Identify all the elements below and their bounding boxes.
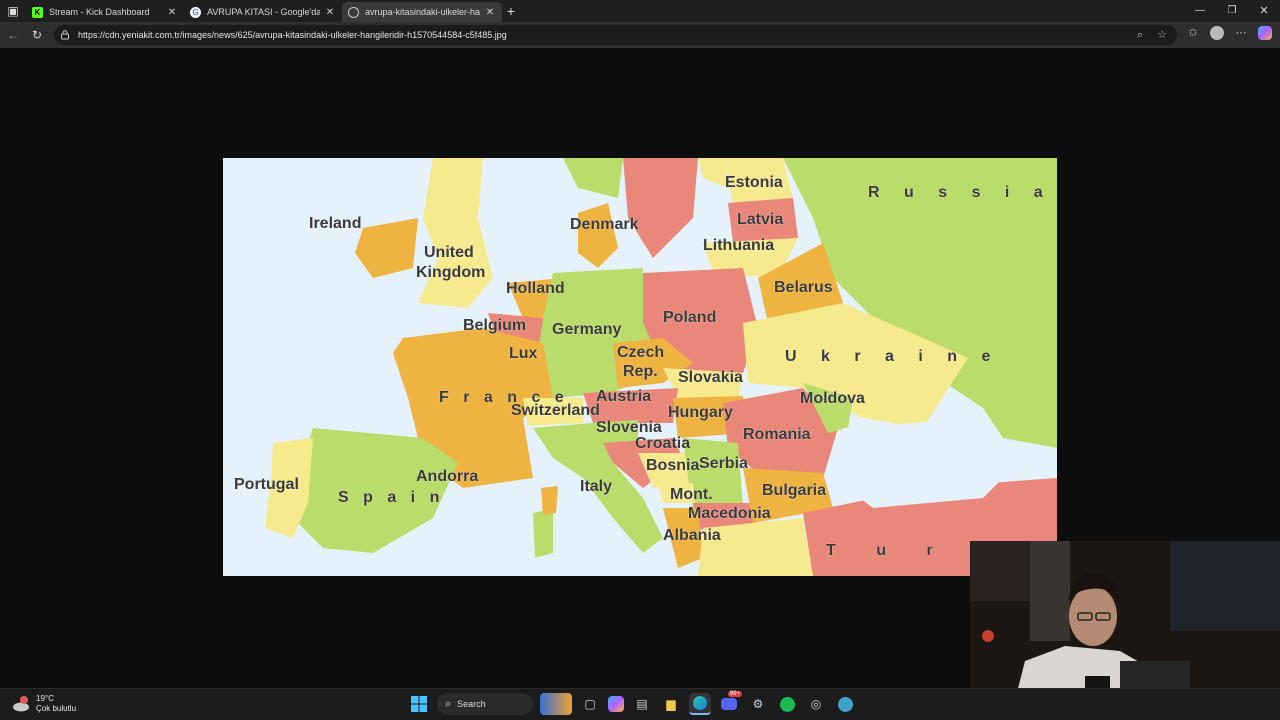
weather-description: Çok bulutlu — [36, 704, 77, 713]
label-croatia: Croatia — [635, 435, 691, 452]
label-moldova: Moldova — [800, 390, 865, 407]
label-andorra: Andorra — [416, 468, 479, 485]
label-ukraine: U k r a i n e — [785, 348, 1001, 365]
taskbar: 19°C Çok bulutlu ⌕ Search ▢ ▤ ▆ 99+ ⚙ ◎ — [0, 688, 1280, 720]
label-lux: Lux — [509, 345, 538, 362]
search-highlight-icon[interactable] — [540, 693, 572, 715]
label-estonia: Estonia — [725, 174, 783, 191]
label-denmark: Denmark — [570, 216, 639, 233]
europe-map-image[interactable]: R u s s i a Estonia Latvia Lithuania Ire… — [223, 158, 1057, 576]
label-belarus: Belarus — [774, 279, 833, 296]
reload-button[interactable]: ↻ — [28, 28, 46, 42]
label-romania: Romania — [743, 426, 811, 443]
country-sardinia — [533, 508, 553, 558]
steam-icon[interactable]: ⚙ — [747, 693, 769, 715]
label-rep: Rep. — [623, 363, 658, 380]
label-macedonia: Macedonia — [688, 505, 771, 522]
profile-avatar[interactable] — [1210, 26, 1224, 40]
address-bar-row: ← ↻ https://cdn.yeniakit.com.tr/images/n… — [0, 22, 1280, 48]
back-button[interactable]: ← — [4, 28, 22, 42]
copilot-taskbar-icon[interactable] — [608, 696, 624, 712]
globe-app-icon[interactable] — [834, 693, 856, 715]
tab-actions-icon[interactable]: ▣ — [0, 4, 26, 18]
label-serbia: Serbia — [699, 455, 748, 472]
label-bosnia: Bosnia — [646, 457, 700, 474]
label-bulgaria: Bulgaria — [762, 482, 827, 499]
label-hungary: Hungary — [668, 404, 733, 421]
file-explorer-icon[interactable]: ▆ — [660, 693, 682, 715]
tab-strip: ▣ K Stream - Kick Dashboard ✕ G AVRUPA K… — [0, 0, 1280, 22]
weather-widget[interactable]: 19°C Çok bulutlu — [12, 694, 76, 714]
spotify-icon[interactable] — [776, 693, 798, 715]
label-switzerland: Switzerland — [511, 402, 600, 419]
weather-temperature: 19°C — [36, 694, 54, 703]
taskbar-apps: ⌕ Search ▢ ▤ ▆ 99+ ⚙ ◎ — [408, 691, 856, 715]
store-icon[interactable]: ▤ — [631, 693, 653, 715]
label-ireland: Ireland — [309, 215, 362, 232]
search-label: Search — [457, 699, 486, 709]
label-czech: Czech — [617, 344, 665, 361]
google-icon: G — [190, 6, 201, 18]
cloud-icon — [13, 696, 29, 712]
label-united: United — [424, 244, 474, 261]
country-corsica — [541, 486, 558, 515]
obs-icon[interactable]: ◎ — [805, 693, 827, 715]
label-spain: S p a i n — [338, 489, 445, 506]
tab-label: AVRUPA KITASI - Google'da Ara — [207, 7, 320, 17]
label-albania: Albania — [663, 527, 721, 544]
close-icon[interactable]: ✕ — [324, 7, 336, 18]
label-austria: Austria — [596, 388, 652, 405]
url-text[interactable]: https://cdn.yeniakit.com.tr/images/news/… — [78, 30, 507, 40]
globe-icon — [348, 6, 359, 18]
minimize-button[interactable]: — — [1184, 0, 1216, 22]
windows-start-icon[interactable] — [408, 693, 430, 715]
label-poland: Poland — [663, 309, 717, 326]
label-slovakia: Slovakia — [678, 369, 743, 386]
notification-badge: 99+ — [727, 691, 742, 697]
task-view-icon[interactable]: ▢ — [579, 693, 601, 715]
tab-map-image[interactable]: avrupa-kitasindaki-ulkeler-hangil... ✕ — [342, 2, 502, 22]
window-close-button[interactable]: ✕ — [1248, 0, 1280, 22]
close-icon[interactable]: ✕ — [484, 7, 496, 18]
favorites-icon[interactable]: ✩ — [1186, 26, 1200, 40]
label-russia: R u s s i a — [868, 184, 1053, 201]
copilot-icon[interactable] — [1258, 26, 1272, 40]
close-icon[interactable]: ✕ — [166, 7, 178, 18]
zoom-icon[interactable]: ⌕ — [1133, 28, 1147, 42]
new-tab-button[interactable]: + — [502, 3, 520, 19]
label-lithuania: Lithuania — [703, 237, 775, 254]
favorite-star-icon[interactable]: ☆ — [1155, 28, 1169, 42]
label-mont: Mont. — [670, 486, 713, 503]
tab-google-search[interactable]: G AVRUPA KITASI - Google'da Ara ✕ — [184, 2, 342, 22]
edge-icon[interactable] — [689, 693, 711, 715]
kick-icon: K — [32, 6, 43, 18]
taskbar-search[interactable]: ⌕ Search — [437, 693, 533, 715]
label-kingdom: Kingdom — [416, 264, 486, 281]
label-latvia: Latvia — [737, 211, 784, 228]
label-belgium: Belgium — [463, 317, 527, 334]
label-portugal: Portugal — [234, 476, 299, 493]
label-holland: Holland — [506, 280, 565, 297]
tab-label: Stream - Kick Dashboard — [49, 7, 150, 17]
tab-label: avrupa-kitasindaki-ulkeler-hangil... — [365, 7, 480, 17]
search-icon: ⌕ — [445, 697, 452, 710]
tab-kick-dashboard[interactable]: K Stream - Kick Dashboard ✕ — [26, 2, 184, 22]
label-italy: Italy — [580, 478, 613, 495]
label-germany: Germany — [552, 321, 622, 338]
url-bar[interactable]: https://cdn.yeniakit.com.tr/images/news/… — [54, 25, 1177, 45]
restore-button[interactable]: ❐ — [1216, 0, 1248, 22]
site-info-icon[interactable] — [60, 30, 70, 40]
more-menu-icon[interactable]: ⋯ — [1234, 26, 1248, 40]
discord-icon[interactable]: 99+ — [718, 691, 742, 715]
